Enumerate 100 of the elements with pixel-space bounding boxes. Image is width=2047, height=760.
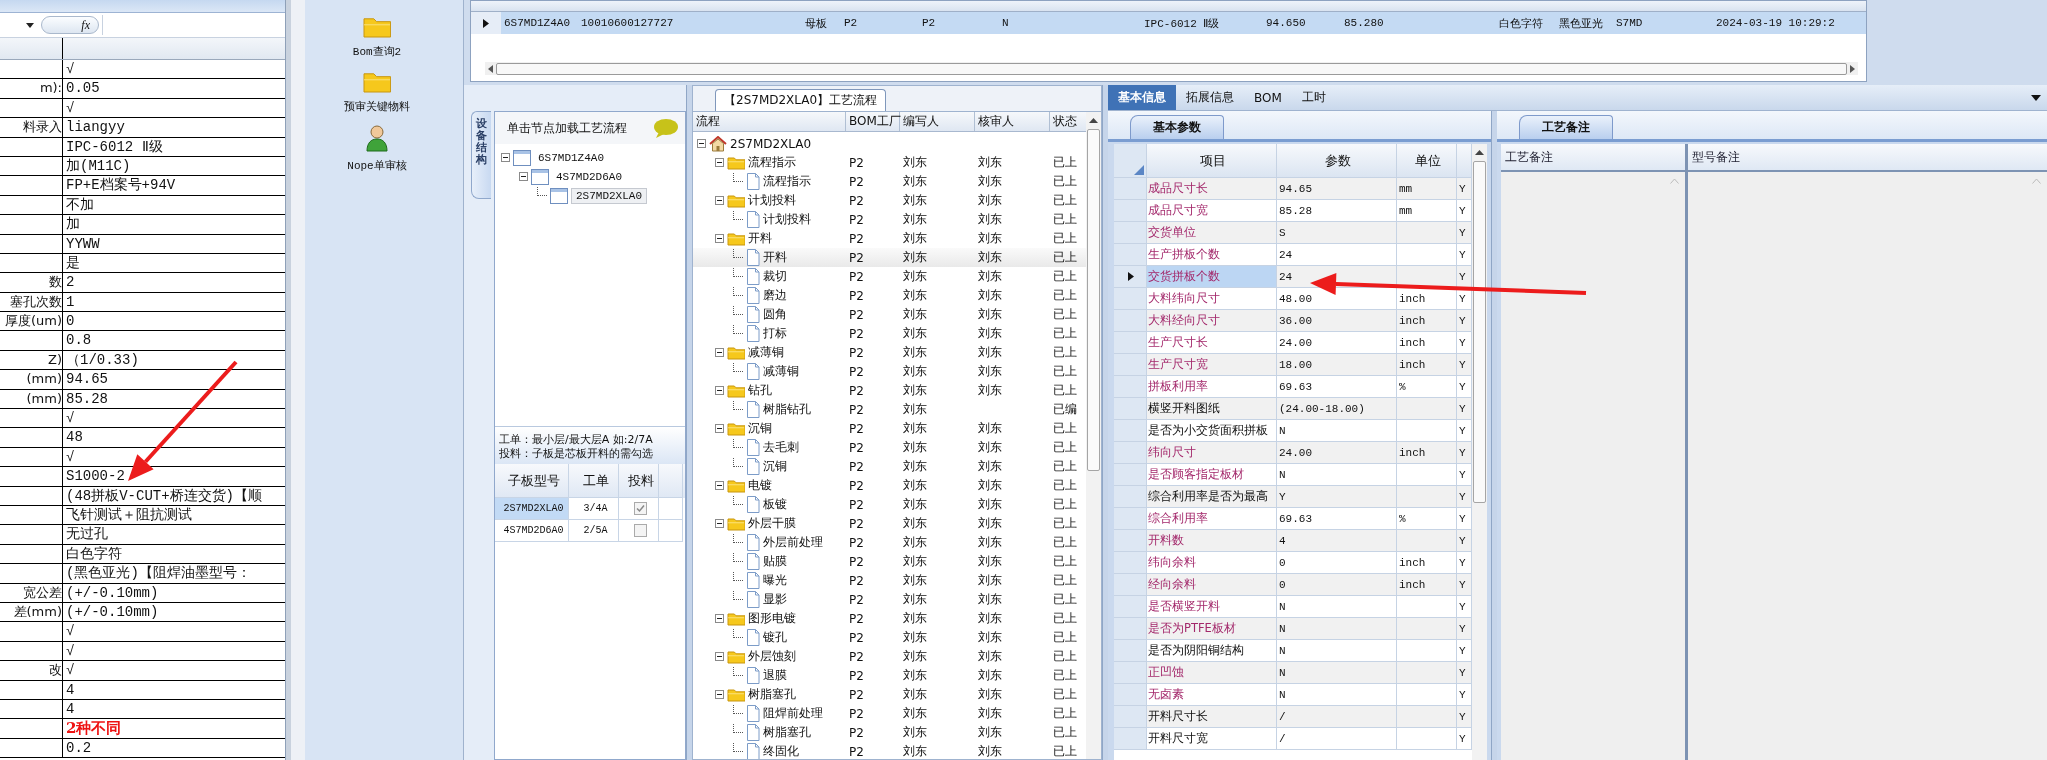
scroll-right-icon[interactable] xyxy=(1850,64,1855,73)
table-cell-text: 已上 xyxy=(1052,230,1078,247)
splitter[interactable] xyxy=(686,85,692,760)
column-header[interactable]: 核审人 xyxy=(975,112,1050,131)
table-cell-text: 刘东 xyxy=(977,534,1003,551)
tree-row[interactable]: 显影 P2 刘东 刘东 已上 xyxy=(693,590,1086,609)
tree-row[interactable]: 钻孔 P2 刘东 刘东 已上 xyxy=(693,381,1086,400)
table-cell-text: 已上 xyxy=(1052,173,1078,190)
collapse-icon[interactable] xyxy=(715,348,724,357)
corner-icon[interactable] xyxy=(1134,165,1144,175)
table-cell[interactable]: 开料尺寸宽 xyxy=(1147,728,1277,750)
launcher-label[interactable]: Nope单审核 xyxy=(347,158,407,173)
tree-row[interactable]: 去毛刺 P2 刘东 刘东 已上 xyxy=(693,438,1086,457)
table-cell[interactable]: 2S7MD2XLA0 xyxy=(495,498,569,520)
table-row[interactable]: 6S7MD1Z4A0 10010600127727 母板 P2 P2 N IPC-6012 Ⅱ级 94.650 85.280 白色字符 黑色亚光 S7MD 2024-03-19 10:29:2 xyxy=(471,12,1866,34)
collapse-icon[interactable] xyxy=(501,153,510,162)
tree-node[interactable]: 6S7MD1Z4A0 xyxy=(534,150,608,165)
tree-row[interactable]: 2S7MD2XLA0 xyxy=(693,134,1086,153)
launcher-label[interactable]: Bom查询2 xyxy=(352,44,402,59)
tab[interactable]: BOM xyxy=(1244,85,1292,110)
text-area[interactable] xyxy=(1501,172,1685,760)
tree-row[interactable]: 外层前处理 P2 刘东 刘东 已上 xyxy=(693,533,1086,552)
column-header[interactable] xyxy=(63,38,285,59)
text-area[interactable] xyxy=(1688,172,2047,760)
row-header[interactable] xyxy=(1114,266,1147,288)
tree-row[interactable]: 外层干膜 P2 刘东 刘东 已上 xyxy=(693,514,1086,533)
table-cell-text: 母板 xyxy=(804,16,828,31)
tree-row[interactable]: 阻焊前处理 P2 刘东 刘东 已上 xyxy=(693,704,1086,723)
function-button[interactable]: fx xyxy=(41,16,99,34)
tree-row[interactable]: 曝光 P2 刘东 刘东 已上 xyxy=(693,571,1086,590)
tree-row[interactable]: 减薄铜 P2 刘东 刘东 已上 xyxy=(693,343,1086,362)
column-header[interactable]: 流程 xyxy=(693,112,846,131)
tab[interactable]: 基本信息 xyxy=(1108,85,1176,110)
collapse-icon[interactable] xyxy=(519,172,528,181)
tab[interactable]: 拓展信息 xyxy=(1176,85,1244,110)
scroll-left-icon[interactable] xyxy=(488,64,493,73)
table-cell[interactable]: 4S7MD2D6A0 xyxy=(495,520,569,542)
node-label: 圆角 xyxy=(763,306,787,323)
splitter[interactable] xyxy=(1491,111,1497,760)
scroll-up-icon[interactable] xyxy=(1475,150,1484,155)
tree-row[interactable]: 流程指示 P2 刘东 刘东 已上 xyxy=(693,172,1086,191)
collapse-icon[interactable] xyxy=(715,158,724,167)
tree-row[interactable]: 镀孔 P2 刘东 刘东 已上 xyxy=(693,628,1086,647)
side-tab[interactable]: 设备结构 xyxy=(471,111,491,199)
tree-row[interactable]: 计划投料 P2 刘东 刘东 已上 xyxy=(693,191,1086,210)
table-cell-text: 刘东 xyxy=(977,686,1003,703)
tab[interactable]: 基本参数 xyxy=(1130,115,1224,139)
tree-row[interactable]: 树脂塞孔 P2 刘东 刘东 已上 xyxy=(693,723,1086,742)
collapse-icon[interactable] xyxy=(715,652,724,661)
tree-row[interactable]: 树脂塞孔 P2 刘东 刘东 已上 xyxy=(693,685,1086,704)
column-header[interactable]: 型号备注 xyxy=(1688,144,2047,170)
tree-node[interactable]: 2S7MD2XLA0 xyxy=(571,187,647,204)
tree-row[interactable]: 外层蚀刻 P2 刘东 刘东 已上 xyxy=(693,647,1086,666)
tree-row[interactable]: 磨边 P2 刘东 刘东 已上 xyxy=(693,286,1086,305)
tree-row[interactable]: 圆角 P2 刘东 刘东 已上 xyxy=(693,305,1086,324)
collapse-icon[interactable] xyxy=(715,690,724,699)
tree-row[interactable]: 计划投料 P2 刘东 刘东 已上 xyxy=(693,210,1086,229)
tree-row[interactable]: 打标 P2 刘东 刘东 已上 xyxy=(693,324,1086,343)
dropdown-icon[interactable] xyxy=(2031,95,2041,101)
tree-row[interactable]: 减薄铜 P2 刘东 刘东 已上 xyxy=(693,362,1086,381)
person-icon[interactable] xyxy=(365,124,389,152)
column-header[interactable]: 工艺备注 xyxy=(1501,144,1685,170)
row-header[interactable] xyxy=(471,12,501,34)
collapse-icon[interactable] xyxy=(715,386,724,395)
tree-row[interactable]: 开料 P2 刘东 刘东 已上 xyxy=(693,248,1086,267)
column-header[interactable]: BOM工厂 xyxy=(846,112,900,131)
collapse-icon[interactable] xyxy=(715,519,724,528)
column-header[interactable]: 编写人 xyxy=(900,112,975,131)
scroll-up-icon[interactable] xyxy=(1089,118,1098,123)
tree-row[interactable]: 流程指示 P2 刘东 刘东 已上 xyxy=(693,153,1086,172)
collapse-icon[interactable] xyxy=(697,139,706,148)
tree-node[interactable]: 4S7MD2D6A0 xyxy=(552,169,626,184)
tree-row[interactable]: 贴膜 P2 刘东 刘东 已上 xyxy=(693,552,1086,571)
tree-row[interactable]: 沉铜 P2 刘东 刘东 已上 xyxy=(693,419,1086,438)
tree-row[interactable]: 电镀 P2 刘东 刘东 已上 xyxy=(693,476,1086,495)
table-cell-text: 刘东 xyxy=(977,610,1003,627)
column-header[interactable]: 工单 xyxy=(569,464,619,498)
tree-row[interactable]: 裁切 P2 刘东 刘东 已上 xyxy=(693,267,1086,286)
checkbox[interactable] xyxy=(634,524,647,537)
tree-row[interactable]: 终固化 P2 刘东 刘东 已上 xyxy=(693,742,1086,759)
table-cell-text: P2 xyxy=(848,325,865,343)
collapse-icon[interactable] xyxy=(715,614,724,623)
tree-row[interactable]: 板镀 P2 刘东 刘东 已上 xyxy=(693,495,1086,514)
checkbox[interactable] xyxy=(634,502,647,515)
table-cell-text: P2 xyxy=(848,686,865,704)
collapse-icon[interactable] xyxy=(715,234,724,243)
collapse-icon[interactable] xyxy=(715,481,724,490)
collapse-icon[interactable] xyxy=(715,424,724,433)
tab[interactable]: 工时 xyxy=(1291,85,1336,110)
tree-row[interactable]: 图形电镀 P2 刘东 刘东 已上 xyxy=(693,609,1086,628)
column-header[interactable]: 投料 xyxy=(619,464,659,498)
table-cell[interactable]: 交货拼板个数 xyxy=(1147,266,1277,288)
collapse-icon[interactable] xyxy=(715,196,724,205)
launcher-label[interactable]: 预审关键物料 xyxy=(344,99,410,114)
table-cell-text: P2 xyxy=(848,667,865,685)
tree-row[interactable]: 退膜 P2 刘东 刘东 已上 xyxy=(693,666,1086,685)
tree-row[interactable]: 树脂钻孔 P2 刘东 已编 xyxy=(693,400,1086,419)
tree-row[interactable]: 沉铜 P2 刘东 刘东 已上 xyxy=(693,457,1086,476)
tab[interactable]: 工艺备注 xyxy=(1519,115,1613,139)
tree-row[interactable]: 开料 P2 刘东 刘东 已上 xyxy=(693,229,1086,248)
